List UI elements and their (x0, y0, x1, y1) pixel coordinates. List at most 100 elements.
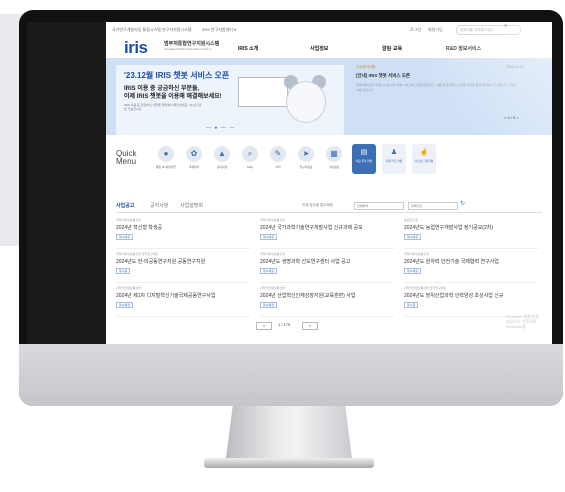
card-meta: 농촌진흥청 (404, 218, 418, 222)
utility-bar: 국가연구개발사업 통합시스템 연구자지원시스템 IRIS 연구지원센터 ▾ 로그… (106, 22, 552, 36)
quick-item-label: 기관정보 (328, 165, 340, 169)
quick-item-researcher[interactable]: ➤ 연구자정보 (294, 146, 318, 169)
status-badge: 접수중 (404, 302, 419, 308)
screen-dark-edge (27, 22, 107, 344)
announcement-card[interactable]: 과학기술정보통신부 2024년 국가과학기술연구개발사업 신규과제 공모 접수예정 (260, 218, 394, 249)
quick-item-form[interactable]: ✎ 서식 (266, 146, 290, 169)
status-badge: 접수예정 (260, 234, 278, 240)
monitor-chin (19, 344, 563, 406)
quick-item-label: 서식 (275, 165, 281, 169)
announcement-card[interactable]: 과학기술정보통신부 2024년도 생명과학 선도연구센터 사업 공고 접수예정 (260, 252, 394, 283)
rocket-icon: ➤ (298, 146, 314, 162)
card-title: 2024년도 농업연구개발사업 정기공모(2차) (404, 225, 494, 231)
card-meta: 과학기술정보통신부 (404, 252, 429, 256)
status-filter[interactable]: 전체 접수중 접수예정 (302, 203, 333, 208)
card-title: 2024년도 방위산업과학 인력양성 초성사업 신규 (404, 293, 504, 299)
quick-button-archive[interactable]: ☝ 자료실 신청현황 (412, 144, 436, 174)
prev-page-button[interactable]: < (256, 322, 272, 330)
util-link-3[interactable]: IRIS 연구지원센터 ▾ (202, 27, 236, 33)
user-icon: ● (158, 146, 174, 162)
card-meta: 과학기술정보통신부 (116, 218, 141, 222)
tab-notices[interactable]: 공지사항 (150, 202, 168, 209)
card-title: 2024년도 생명과학 선도연구센터 사업 공고 (260, 259, 351, 265)
quick-item-label: 과제관리 (188, 165, 200, 169)
card-meta: 과학기술정보통신부 (260, 286, 285, 290)
hero-description: IRIS 이용 중 궁금하신 사항을 챗봇에서 확인하세요. 24시간 답변 가… (124, 103, 202, 111)
quick-item-signup[interactable]: ● 통합 ID 회원가입 (154, 146, 178, 169)
announcement-card[interactable]: 과학기술정보통신부 2024년 산업혁신인재성장지원(교육훈련) 사업 접수예정 (260, 286, 394, 317)
quick-button-submit[interactable]: ▤ 제출 접수현황 (352, 144, 376, 174)
notice-pager[interactable]: < 4 / 5 > (504, 115, 519, 120)
megaphone-icon: ▲ (214, 146, 230, 162)
watermark-line-2: 설정으로 이동하여 Windows를 (506, 319, 537, 329)
quick-item-label: 통합 ID 회원가입 (156, 165, 176, 169)
status-badge: 접수중 (116, 268, 131, 274)
board-tabs: 사업공고 공지사항 사업설명회 전체 접수중 접수예정 전체부처 전체기관 ↻ (116, 200, 542, 213)
quick-item-faq[interactable]: ⌕ FAQ (238, 146, 262, 169)
tab-briefing[interactable]: 사업설명회 (180, 202, 203, 209)
notice-title[interactable]: [안내] IRIS 챗봇 서비스 오픈 (356, 73, 410, 79)
notice-body: 범부처통합연구지원시스템 IRIS 챗봇 서비스를 오픈하였습니다. 이용 중 … (356, 83, 516, 92)
tab-business-notice[interactable]: 사업공고 (116, 202, 134, 209)
notice-panel: 주요공지사항 2023-12-13 [안내] IRIS 챗봇 서비스 오픈 범부… (356, 65, 536, 129)
util-link-2[interactable]: 연구자지원시스템 (162, 27, 191, 33)
nav-iris-intro[interactable]: IRIS 소개 (238, 45, 258, 52)
quick-button-label: 회원가입 현황 (385, 159, 403, 163)
quick-item-label: 연구자정보 (299, 165, 313, 169)
announcement-card[interactable]: 농촌진흥청 2024년도 농업연구개발사업 정기공모(2차) 접수예정 (404, 218, 538, 249)
logo-subtitle-en: Integrated R&D Information System (164, 47, 212, 51)
login-link[interactable]: 로그인 (410, 27, 421, 33)
page-indicator: 1 / 175 (278, 322, 291, 327)
nav-rnd-service[interactable]: R&D 정보서비스 (446, 45, 481, 52)
monitor-stand (225, 406, 353, 466)
nav-notice-edu[interactable]: 알림·교육 (382, 45, 402, 52)
nav-business-info[interactable]: 사업정보 (310, 45, 328, 52)
card-title: 2024년 국가과학기술연구개발사업 신규과제 공모 (260, 225, 363, 231)
search-input[interactable]: 검색어를 입력해주세요 (456, 25, 521, 35)
signup-link[interactable]: 회원가입 (428, 27, 443, 33)
notice-tag: 주요공지사항 (356, 65, 376, 69)
iris-logo[interactable]: iris (124, 38, 148, 58)
util-link-1[interactable]: 국가연구개발사업 통합시스템 (112, 27, 161, 33)
quick-button-label: 제출 접수현황 (355, 159, 373, 163)
ministry-select[interactable]: 전체부처 (354, 202, 404, 210)
hero-banner: '23.12월 IRIS 챗봇 서비스 오픈 IRIS 이용 중 궁금하신 부분… (106, 59, 552, 135)
card-meta: 과학기술정보통신부 한국연구재단 (116, 252, 159, 256)
building-icon: ▦ (326, 146, 342, 162)
quick-menu-label: Quick Menu (116, 150, 136, 166)
quick-label-bottom: Menu (116, 157, 137, 166)
gear-icon: ✿ (186, 146, 202, 162)
mascot-icon (286, 81, 326, 123)
quick-item-notice[interactable]: ▲ 공지사항 (210, 146, 234, 169)
quick-menu: Quick Menu ● 통합 ID 회원가입 ✿ 과제관리 ▲ 공지사항 ⌕ FAQ ✎… (116, 144, 542, 186)
logo-subtitle: 범부처통합연구지원시스템 (164, 41, 220, 47)
quick-item-task[interactable]: ✿ 과제관리 (182, 146, 206, 169)
status-badge: 접수예정 (404, 268, 422, 274)
announcement-card[interactable]: 과학기술정보통신부 한국연구재단 2024년도 방위산업과학 인력양성 초성사업 … (404, 286, 538, 317)
card-meta: 과학기술정보통신부 (116, 286, 141, 290)
pagination: < 1 / 175 > (256, 322, 356, 330)
refresh-icon[interactable]: ↻ (460, 200, 465, 207)
next-page-button[interactable]: > (302, 322, 318, 330)
card-meta: 과학기술정보통신부 한국연구재단 (404, 286, 447, 290)
announcement-card[interactable]: 과학기술정보통신부 2024년도 원자력 안전기술 국제협력 연구사업 접수예정 (404, 252, 538, 283)
quick-button-label: 자료실 신청현황 (414, 159, 434, 163)
card-title: 2024년 제1차 디지털혁신기술국제공동연구사업 (116, 293, 216, 299)
magnifier-icon: ⌕ (242, 146, 258, 162)
quick-button-signup-status[interactable]: ♟ 회원가입 현황 (382, 144, 406, 174)
quick-item-institution[interactable]: ▦ 기관정보 (322, 146, 346, 169)
slider-dots[interactable]: — ● — — (206, 125, 235, 131)
announcement-card[interactable]: 과학기술정보통신부 2024년 제1차 디지털혁신기술국제공동연구사업 접수예정 (116, 286, 250, 317)
site-header: iris 범부처통합연구지원시스템 Integrated R&D Informa… (106, 36, 552, 59)
announcement-card[interactable]: 과학기술정보통신부 한국연구재단 2024년도 한-미공동연구지원 공동연구지원접… (116, 252, 250, 283)
search-icon[interactable]: ⌕ (504, 23, 507, 30)
screen-illustration (238, 77, 288, 107)
quick-item-label: 공지사항 (216, 165, 228, 169)
status-badge: 접수예정 (260, 268, 278, 274)
institution-select[interactable]: 전체기관 (408, 202, 458, 210)
clipboard-icon: ▤ (360, 149, 368, 156)
announcement-card[interactable]: 과학기술정보통신부 2024년 혁신형 학생공 접수예정 (116, 218, 250, 249)
card-title: 2024년도 한-미공동연구지원 공동연구지원 (116, 259, 206, 265)
hero-title: '23.12월 IRIS 챗봇 서비스 오픈 (124, 71, 230, 80)
status-badge: 접수예정 (116, 234, 134, 240)
